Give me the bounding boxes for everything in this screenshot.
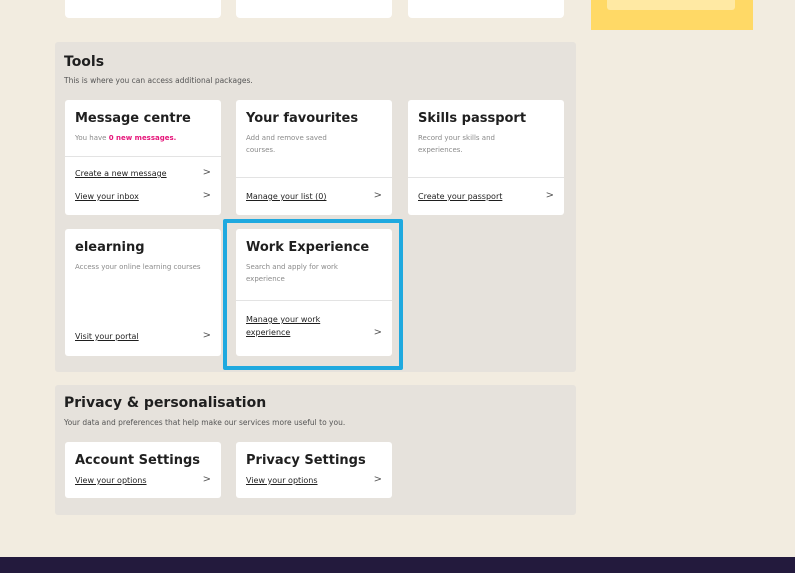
create-message-link[interactable]: Create a new message > — [75, 167, 211, 180]
visit-portal-link[interactable]: Visit your portal > — [75, 330, 211, 343]
skills-passport-title: Skills passport — [418, 111, 527, 126]
privacy-settings-title: Privacy Settings — [246, 453, 366, 468]
partial-card-2 — [236, 0, 392, 18]
tools-description: This is where you can access additional … — [64, 76, 253, 85]
create-passport-link[interactable]: Create your passport > — [418, 190, 554, 203]
favourites-title: Your favourites — [246, 111, 359, 126]
chevron-right-icon: > — [373, 474, 382, 485]
privacy-settings-card: Privacy Settings View your options > — [236, 442, 392, 498]
privacy-heading: Privacy & personalisation — [64, 395, 267, 411]
work-experience-highlight — [223, 219, 403, 370]
elearning-subtitle: Access your online learning courses — [75, 263, 201, 271]
favourites-card: Your favourites Add and remove saved cou… — [236, 100, 392, 215]
message-centre-title: Message centre — [75, 111, 191, 126]
manage-list-link[interactable]: Manage your list (0) > — [246, 190, 382, 203]
view-inbox-link[interactable]: View your inbox > — [75, 190, 211, 203]
elearning-card: elearning Access your online learning co… — [65, 229, 221, 356]
account-settings-card: Account Settings View your options > — [65, 442, 221, 498]
chevron-right-icon: > — [202, 190, 211, 201]
account-settings-title: Account Settings — [75, 453, 201, 468]
divider — [65, 156, 221, 157]
chevron-right-icon: > — [373, 190, 382, 201]
tools-heading: Tools — [64, 54, 105, 70]
new-messages-count: 0 new messages. — [108, 134, 177, 142]
message-centre-card: Message centre You have 0 new messages. … — [65, 100, 221, 215]
divider — [236, 177, 392, 178]
skills-passport-card: Skills passport Record your skills and e… — [408, 100, 564, 215]
partial-card-3 — [408, 0, 564, 18]
yellow-banner — [591, 0, 753, 30]
skills-passport-subtitle: Record your skills and experiences. — [418, 134, 495, 154]
chevron-right-icon: > — [202, 474, 211, 485]
chevron-right-icon: > — [202, 167, 211, 178]
privacy-options-link[interactable]: View your options > — [246, 474, 382, 487]
chevron-right-icon: > — [545, 190, 554, 201]
yellow-banner-button[interactable] — [607, 0, 735, 10]
privacy-description: Your data and preferences that help make… — [64, 418, 346, 427]
elearning-title: elearning — [75, 240, 145, 255]
chevron-right-icon: > — [202, 330, 211, 341]
footer-bar — [0, 557, 795, 573]
divider — [408, 177, 564, 178]
message-centre-subtitle: You have 0 new messages. — [75, 134, 177, 142]
account-options-link[interactable]: View your options > — [75, 474, 211, 487]
favourites-subtitle: Add and remove saved courses. — [246, 134, 327, 154]
partial-card-1 — [65, 0, 221, 18]
